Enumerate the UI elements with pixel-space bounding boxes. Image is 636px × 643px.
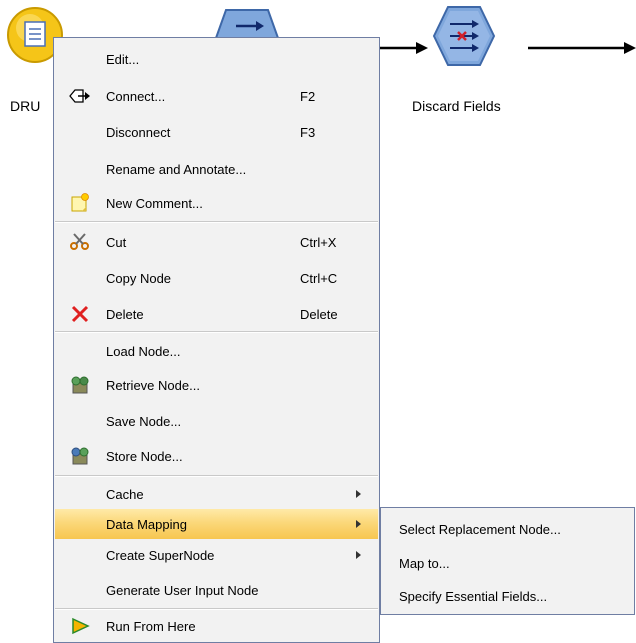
menu-item-label: Disconnect [106,124,171,140]
delete-icon [69,304,91,324]
menu-item-cache[interactable]: Cache [55,479,378,509]
menu-item-cut[interactable]: Cut Ctrl+X [55,227,378,257]
menu-item-generate-user-input[interactable]: Generate User Input Node [55,575,378,605]
connection-arrow [378,41,430,55]
source-node-label: DRU [10,98,41,114]
submenu-item-label: Select Replacement Node... [399,521,561,537]
menu-item-label: Retrieve Node... [106,377,200,393]
menu-item-rename[interactable]: Rename and Annotate... [55,154,378,184]
menu-item-label: New Comment... [106,195,203,211]
submenu-arrow-icon [356,490,361,498]
menu-item-shortcut: F3 [300,124,316,140]
connection-arrow-out [528,41,636,55]
scissors-icon [69,232,91,252]
menu-item-shortcut: Ctrl+X [300,234,337,250]
submenu-arrow-icon [356,551,361,559]
context-menu: Edit... Connect... F2 Disconnect F3 Rena… [53,37,380,643]
menu-item-data-mapping[interactable]: Data Mapping [55,509,378,539]
menu-item-label: Delete [106,306,144,322]
submenu-item-select-replacement[interactable]: Select Replacement Node... [382,513,634,545]
submenu-item-label: Map to... [399,555,450,571]
menu-item-save-node[interactable]: Save Node... [55,406,378,436]
menu-item-label: Connect... [106,88,166,104]
menu-item-label: Load Node... [106,343,181,359]
menu-item-shortcut: Delete [300,306,338,322]
menu-item-label: Rename and Annotate... [106,161,247,177]
menu-item-disconnect[interactable]: Disconnect F3 [55,117,378,147]
menu-item-label: Generate User Input Node [106,582,259,598]
data-mapping-submenu: Select Replacement Node... Map to... Spe… [380,507,635,615]
comment-icon [69,193,91,213]
submenu-item-label: Specify Essential Fields... [399,588,548,604]
menu-item-label: Data Mapping [106,516,187,532]
menu-item-label: Cut [106,234,127,250]
run-icon [69,616,91,636]
menu-separator [55,608,378,610]
store-icon [69,446,91,466]
discard-fields-node[interactable] [432,4,496,68]
menu-item-shortcut: F2 [300,88,316,104]
menu-item-run-from-here[interactable]: Run From Here [55,611,378,641]
menu-item-shortcut: Ctrl+C [300,270,338,286]
connect-icon [69,86,91,106]
menu-item-label: Cache [106,486,144,502]
menu-item-connect[interactable]: Connect... F2 [55,81,378,111]
menu-item-label: Edit... [106,51,140,67]
menu-item-label: Copy Node [106,270,172,286]
menu-separator [55,331,378,333]
menu-item-new-comment[interactable]: New Comment... [55,188,378,218]
menu-item-label: Store Node... [106,448,183,464]
menu-item-copy-node[interactable]: Copy Node Ctrl+C [55,263,378,293]
retrieve-icon [69,375,91,395]
submenu-item-map-to[interactable]: Map to... [382,547,634,579]
menu-item-delete[interactable]: Delete Delete [55,299,378,329]
menu-item-store-node[interactable]: Store Node... [55,441,378,471]
menu-item-label: Run From Here [106,618,196,634]
menu-separator [55,475,378,477]
submenu-item-specify-essential[interactable]: Specify Essential Fields... [382,580,634,612]
menu-item-label: Save Node... [106,413,182,429]
menu-item-retrieve-node[interactable]: Retrieve Node... [55,370,378,400]
menu-item-load-node[interactable]: Load Node... [55,336,378,366]
menu-separator [55,221,378,223]
menu-item-edit[interactable]: Edit... [55,44,378,74]
menu-item-label: Create SuperNode [106,547,215,563]
menu-item-create-supernode[interactable]: Create SuperNode [55,540,378,570]
discard-fields-label: Discard Fields [412,98,501,114]
submenu-arrow-icon [356,520,361,528]
